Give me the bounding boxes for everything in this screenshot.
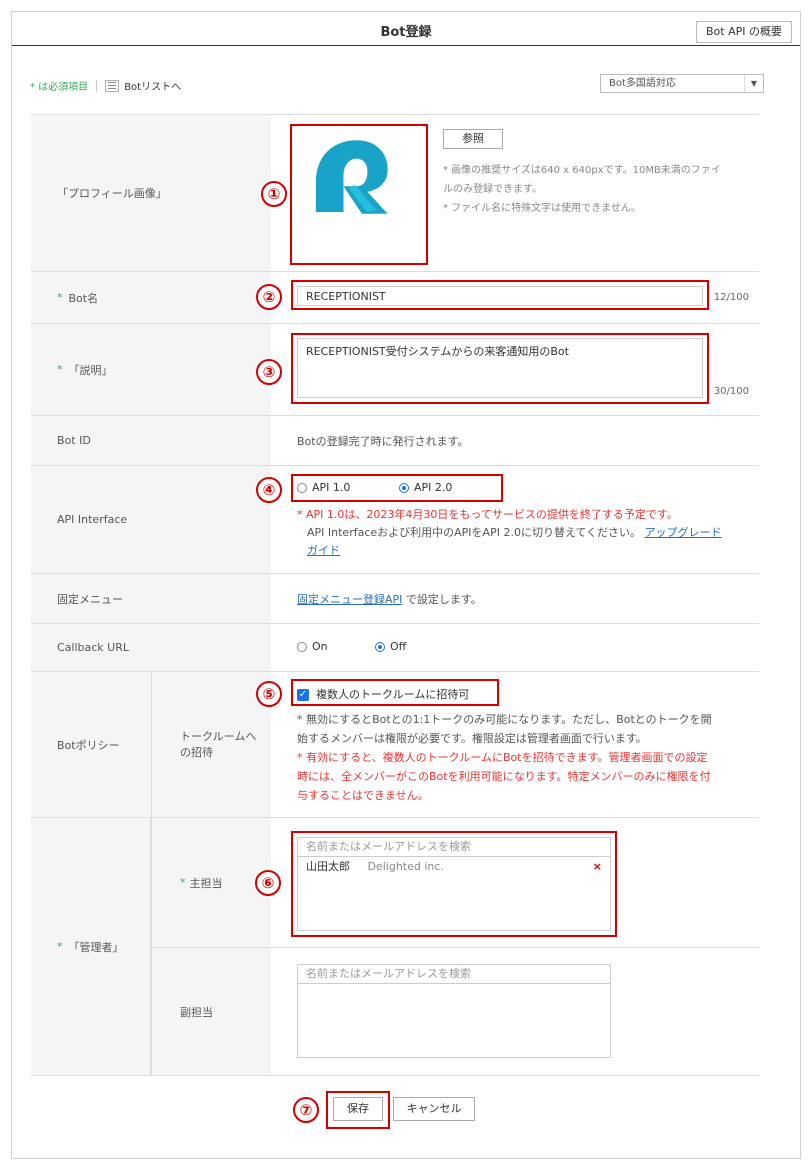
fixed-menu-label: 固定メニュー <box>31 574 271 623</box>
profile-image[interactable] <box>303 131 395 223</box>
browse-button[interactable]: 参照 <box>443 129 503 149</box>
description-label: 「説明」 <box>31 324 271 415</box>
radio-icon <box>297 483 307 493</box>
bot-id-value: Botの登録完了時に発行されます。 <box>297 435 469 448</box>
list-icon <box>105 79 120 92</box>
description-row: 「説明」 RECEPTIONIST受付システムからの来客通知用のBot 30/1… <box>31 324 759 416</box>
fixed-menu-text: 固定メニュー登録API で設定します。 <box>297 591 482 607</box>
radio-selected-icon <box>375 642 385 652</box>
api-notes: * API 1.0は、2023年4月30日をもってサービスの提供を終了する予定で… <box>297 506 767 560</box>
cancel-button[interactable]: キャンセル <box>393 1097 475 1121</box>
api-switch-note: API Interfaceおよび利用中のAPIをAPI 2.0に切り替えてくださ… <box>297 524 767 542</box>
group-invite-checkbox[interactable]: ✓ 複数人のトークルームに招待可 <box>297 686 469 702</box>
sublabel-line: トークルームへ <box>180 729 257 743</box>
primary-admin-entry: 山田太郎 Delighted inc. × <box>298 857 610 877</box>
bot-api-overview-button[interactable]: Bot API の概要 <box>696 21 792 43</box>
bot-policy-label: Botポリシー <box>31 672 151 817</box>
callback-url-label: Callback URL <box>31 624 271 671</box>
api-deprecation-note: * API 1.0は、2023年4月30日をもってサービスの提供を終了する予定で… <box>297 508 678 521</box>
language-select[interactable]: Bot多国語対応 ▼ <box>600 74 764 93</box>
profile-image-row: 「プロフィール画像」 参照 * 画像の推奨サイズは640 x 640pxです。1… <box>31 114 759 272</box>
annotation-marker-3: ③ <box>256 359 282 385</box>
admin-company: Delighted inc. <box>367 860 444 873</box>
bot-id-row: Bot ID Botの登録完了時に発行されます。 <box>31 416 759 466</box>
callback-off-option[interactable]: Off <box>375 640 406 653</box>
chevron-down-icon: ▼ <box>744 75 763 92</box>
callback-url-row: Callback URL On Off <box>31 624 759 672</box>
api-switch-text: API Interfaceおよび利用中のAPIをAPI 2.0に切り替えてくださ… <box>307 526 642 539</box>
api-2-label: API 2.0 <box>414 481 453 494</box>
description-textarea[interactable]: RECEPTIONIST受付システムからの来客通知用のBot <box>297 338 703 398</box>
radio-selected-icon <box>399 483 409 493</box>
upgrade-guide-link-part2[interactable]: ガイド <box>307 544 340 557</box>
fixed-menu-row: 固定メニュー 固定メニュー登録API で設定します。 <box>31 574 759 624</box>
secondary-admin-selector: 名前またはメールアドレスを検索 <box>297 964 611 1058</box>
callback-on-label: On <box>312 640 328 653</box>
policy-note-line: 始するメンバーは権限が必要です。権限設定は管理者画面で行います。 <box>297 732 647 745</box>
policy-warning-line: 時には、全メンバーがこのBotを利用可能になります。特定メンバーのみに権限を付 <box>297 770 711 783</box>
required-note: * は必須項目 <box>30 82 89 93</box>
annotation-marker-2: ② <box>256 284 282 310</box>
save-button[interactable]: 保存 <box>333 1097 383 1121</box>
hint-line: * 画像の推奨サイズは640 x 640pxです。10MB未満のファイ <box>443 165 721 176</box>
upgrade-guide-line: ガイド <box>297 542 767 560</box>
admin-name: 山田太郎 <box>306 860 350 873</box>
annotation-marker-4: ④ <box>256 477 282 503</box>
admin-label: 「管理者」 <box>31 818 151 1075</box>
hint-line: * ファイル名に特殊文字は使用できません。 <box>443 203 641 214</box>
sublabel-line: の招待 <box>180 745 213 759</box>
primary-admin-label: 主担当 <box>151 818 271 947</box>
annotation-marker-6: ⑥ <box>255 870 281 896</box>
divider <box>96 79 98 92</box>
annotation-marker-7: ⑦ <box>293 1097 319 1123</box>
primary-admin-search-input[interactable]: 名前またはメールアドレスを検索 <box>298 838 610 857</box>
hint-line: ルのみ登録できます。 <box>443 184 542 195</box>
secondary-admin-label: 副担当 <box>151 948 271 1075</box>
bot-list-link[interactable]: Botリストへ <box>124 78 181 93</box>
annotation-marker-1: ① <box>261 181 287 207</box>
checkbox-checked-icon: ✓ <box>297 689 309 701</box>
callback-off-label: Off <box>390 640 407 653</box>
callback-on-option[interactable]: On <box>297 640 328 653</box>
bot-policy-row: Botポリシー トークルームへ の招待 ✓ 複数人のトークルームに招待可 * 無効… <box>31 672 759 818</box>
api-interface-label: API Interface <box>31 466 271 573</box>
bot-name-input[interactable]: RECEPTIONIST <box>297 286 703 306</box>
fixed-menu-api-link[interactable]: 固定メニュー登録API <box>297 593 402 606</box>
secondary-admin-row: 副担当 名前またはメールアドレスを検索 <box>151 948 759 1076</box>
remove-admin-icon[interactable]: × <box>593 857 602 877</box>
bot-id-label: Bot ID <box>31 416 271 465</box>
api-interface-row: API Interface API 1.0 API 2.0 * API 1.0は… <box>31 466 759 574</box>
policy-notes: * 無効にするとBotとの1:1トークのみ可能になります。ただし、Botとのトー… <box>297 710 767 805</box>
api-2-option[interactable]: API 2.0 <box>399 481 452 494</box>
primary-admin-row: 主担当 名前またはメールアドレスを検索 山田太郎 Delighted inc. … <box>151 818 759 948</box>
policy-warning-line: 与することはできません。 <box>297 789 429 802</box>
description-counter: 30/100 <box>713 386 749 397</box>
receptionist-logo-icon <box>315 140 388 214</box>
profile-image-hint: * 画像の推奨サイズは640 x 640pxです。10MB未満のファイ ルのみ登… <box>443 161 773 218</box>
page-header: Bot登録 Bot API の概要 <box>12 12 800 46</box>
bot-name-counter: 12/100 <box>713 292 749 303</box>
policy-note-line: * 無効にするとBotとの1:1トークのみ可能になります。ただし、Botとのトー… <box>297 713 712 726</box>
profile-image-label: 「プロフィール画像」 <box>31 115 271 271</box>
primary-admin-selector: 名前またはメールアドレスを検索 山田太郎 Delighted inc. × <box>297 837 611 931</box>
language-select-value: Bot多国語対応 <box>609 78 676 89</box>
top-links: * は必須項目 Botリストへ <box>30 78 181 93</box>
radio-icon <box>297 642 307 652</box>
upgrade-guide-link-part1[interactable]: アップグレード <box>645 526 722 539</box>
bot-name-row: Bot名 RECEPTIONIST 12/100 ② <box>31 272 759 324</box>
group-invite-label: 複数人のトークルームに招待可 <box>316 688 470 701</box>
api-1-option[interactable]: API 1.0 <box>297 481 350 494</box>
bot-name-label: Bot名 <box>31 272 271 323</box>
secondary-admin-search-input[interactable]: 名前またはメールアドレスを検索 <box>298 965 610 984</box>
fixed-menu-suffix: で設定します。 <box>405 593 482 606</box>
api-1-label: API 1.0 <box>312 481 351 494</box>
page-title: Bot登録 <box>380 25 432 40</box>
talkroom-invite-label: トークルームへ の招待 <box>151 672 271 817</box>
annotation-marker-5: ⑤ <box>256 681 282 707</box>
policy-warning-line: * 有効にすると、複数人のトークルームにBotを招待できます。管理者画面での設定 <box>297 751 708 764</box>
